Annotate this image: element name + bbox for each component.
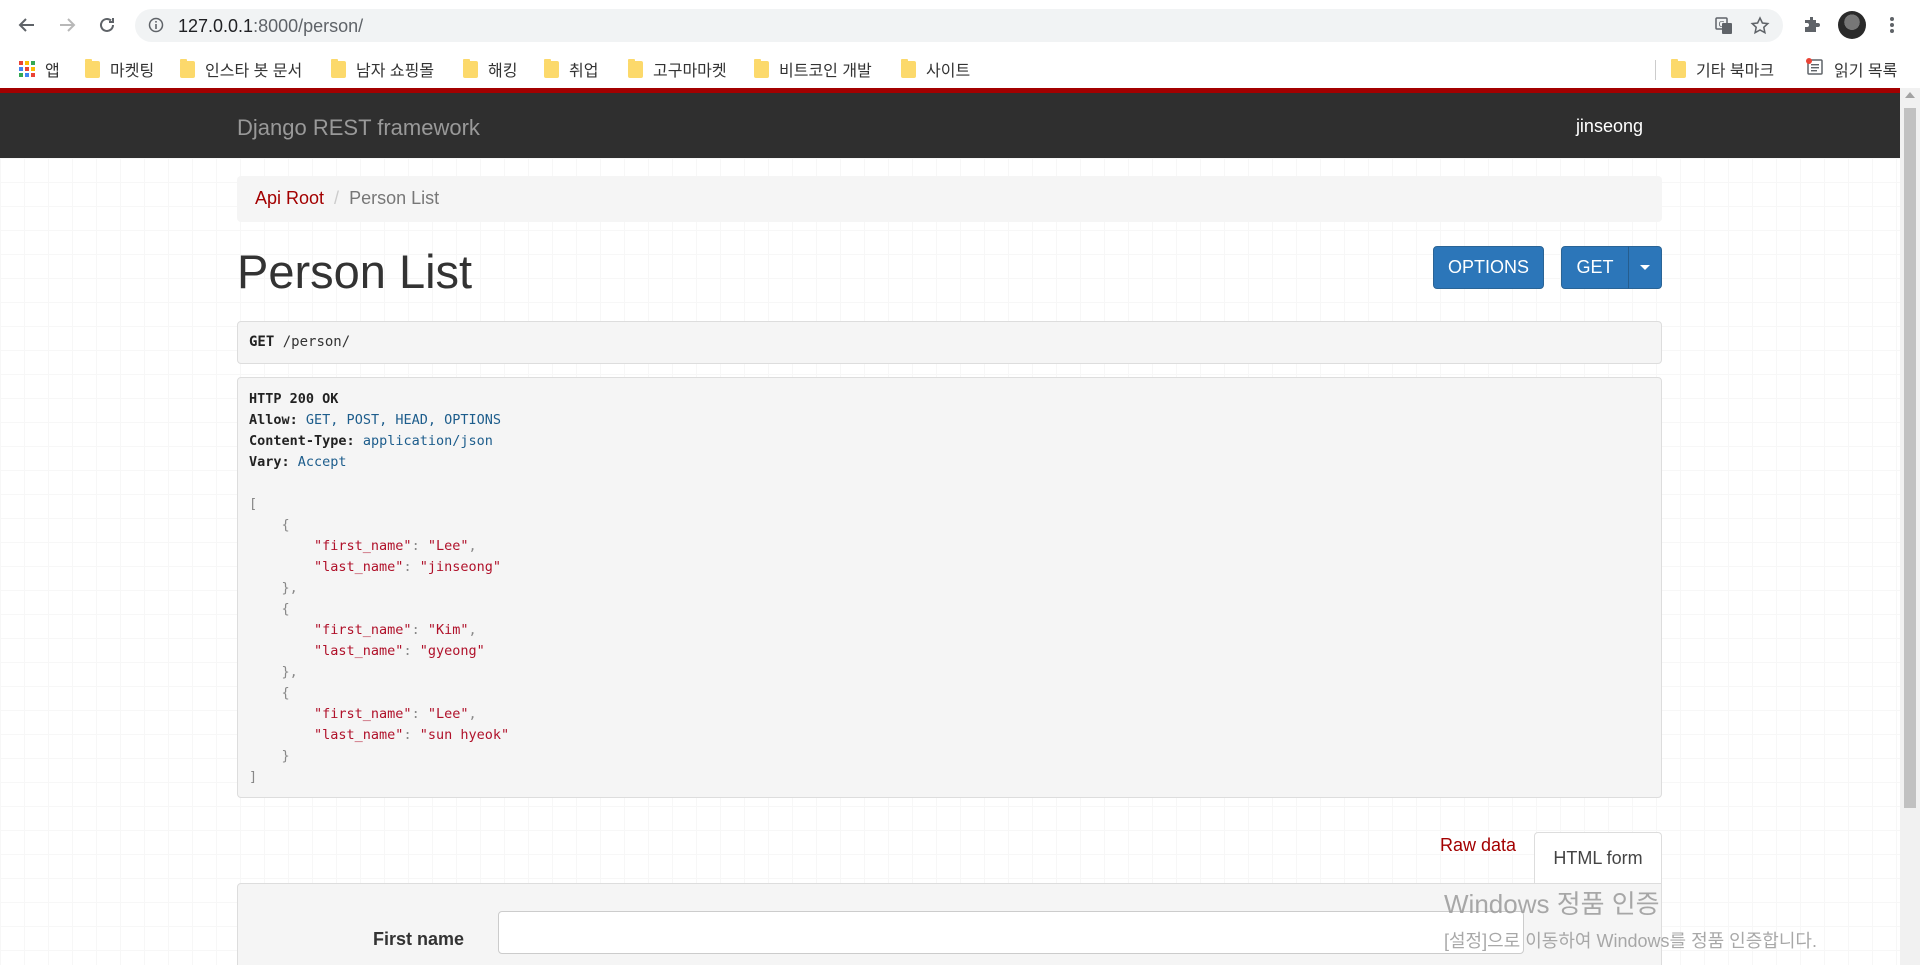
bookmark-folder[interactable]: 남자 쇼핑몰 xyxy=(331,55,434,83)
folder-icon xyxy=(1671,58,1686,78)
bookmark-label: 고구마마켓 xyxy=(653,63,727,80)
folder-icon xyxy=(754,58,769,78)
folder-icon xyxy=(544,58,559,78)
page-title: Person List xyxy=(237,245,473,298)
request-info: GET /person/ xyxy=(237,321,1662,364)
bookmark-reading-list[interactable]: 읽기 목록 xyxy=(1806,55,1897,83)
bookmark-divider xyxy=(1655,60,1656,80)
forward-icon[interactable] xyxy=(54,12,80,38)
navbar: Django REST framework jinseong xyxy=(0,93,1900,158)
json-first-name: "Lee" xyxy=(427,706,469,722)
url-path: :8000/person/ xyxy=(253,16,364,36)
breadcrumb-separator: / xyxy=(334,188,340,208)
breadcrumb-current: Person List xyxy=(349,188,440,208)
header-value: GET, POST, HEAD, OPTIONS xyxy=(305,412,501,428)
user-menu[interactable]: jinseong xyxy=(1576,116,1643,137)
response-info: HTTP 200 OK Allow: GET, POST, HEAD, OPTI… xyxy=(237,377,1662,798)
bookmark-folder[interactable]: 인스타 봇 문서 xyxy=(180,55,302,83)
folder-icon xyxy=(628,58,643,78)
bookmark-folder[interactable]: 사이트 xyxy=(901,55,970,83)
bookmark-label: 남자 쇼핑몰 xyxy=(356,63,435,80)
bookmark-label: 사이트 xyxy=(926,63,971,80)
json-first-name: "Lee" xyxy=(427,538,469,554)
json-first-name: "Kim" xyxy=(427,622,469,638)
response-status: HTTP 200 OK xyxy=(249,391,339,407)
bookmark-label: 해킹 xyxy=(488,63,518,80)
profile-avatar[interactable] xyxy=(1838,11,1866,39)
bookmark-folder[interactable]: 해킹 xyxy=(463,55,517,83)
json-last-name: "jinseong" xyxy=(419,559,502,575)
breadcrumb: Api Root / Person List xyxy=(237,176,1662,222)
get-format-dropdown[interactable] xyxy=(1628,246,1662,289)
post-form: First name xyxy=(237,883,1662,965)
header-value: application/json xyxy=(362,433,493,449)
url-host: 127.0.0.1 xyxy=(178,16,254,36)
request-path: /person/ xyxy=(282,334,351,350)
browser-toolbar: 127.0.0.1:8000/person/ G xyxy=(0,0,1920,50)
bookmark-label: 취업 xyxy=(569,63,599,80)
bookmarks-bar: 앱 마켓팅 인스타 봇 문서 남자 쇼핑몰 해킹 취업 고구마마켓 비트코인 개… xyxy=(0,50,1920,88)
folder-icon xyxy=(901,58,916,78)
menu-kebab-icon[interactable] xyxy=(1880,13,1904,37)
bookmark-folder[interactable]: 마켓팅 xyxy=(85,55,154,83)
tab-html-form[interactable]: HTML form xyxy=(1534,832,1662,884)
bookmark-label: 앱 xyxy=(45,63,60,80)
svg-text:G: G xyxy=(1719,20,1725,29)
scroll-thumb[interactable] xyxy=(1904,108,1916,808)
tab-raw-data[interactable]: Raw data xyxy=(1440,835,1516,856)
reload-icon[interactable] xyxy=(94,12,120,38)
extensions-icon[interactable] xyxy=(1800,13,1824,37)
header-name: Allow: xyxy=(249,412,298,428)
caret-down-icon xyxy=(1640,265,1650,270)
breadcrumb-api-root[interactable]: Api Root xyxy=(255,188,324,208)
bookmark-folder[interactable]: 비트코인 개발 xyxy=(754,55,872,83)
header-name: Content-Type: xyxy=(249,433,355,449)
json-last-name: "sun hyeok" xyxy=(419,727,510,743)
url-text[interactable]: 127.0.0.1:8000/person/ xyxy=(178,16,363,37)
json-last-name: "gyeong" xyxy=(419,643,485,659)
folder-icon xyxy=(331,58,346,78)
address-bar[interactable]: 127.0.0.1:8000/person/ G xyxy=(135,9,1783,42)
header-value: Accept xyxy=(297,454,347,470)
bookmark-apps[interactable]: 앱 xyxy=(19,55,60,83)
header-name: Vary: xyxy=(249,454,290,470)
get-button[interactable]: GET xyxy=(1561,246,1629,289)
scroll-up-icon[interactable] xyxy=(1905,92,1915,98)
bookmark-label: 마켓팅 xyxy=(110,63,155,80)
bookmark-folder[interactable]: 고구마마켓 xyxy=(628,55,727,83)
site-info-icon[interactable] xyxy=(148,17,164,38)
folder-icon xyxy=(180,58,195,78)
reading-list-icon xyxy=(1806,57,1824,81)
options-button[interactable]: OPTIONS xyxy=(1433,246,1544,289)
page-scrollbar[interactable] xyxy=(1900,88,1920,965)
bookmark-star-icon[interactable] xyxy=(1750,16,1770,36)
apps-icon xyxy=(19,61,35,77)
bookmark-other[interactable]: 기타 북마크 xyxy=(1671,55,1774,83)
translate-icon[interactable]: G xyxy=(1714,16,1734,36)
main-content: Api Root / Person List Person List OPTIONS… xyxy=(237,176,1662,965)
first-name-label: First name xyxy=(373,929,465,949)
bookmark-label: 읽기 목록 xyxy=(1834,63,1898,80)
request-method: GET xyxy=(249,334,275,350)
bookmark-label: 인스타 봇 문서 xyxy=(205,63,303,80)
folder-icon xyxy=(463,58,478,78)
first-name-input[interactable] xyxy=(498,911,1524,954)
brand-link[interactable]: Django REST framework xyxy=(237,115,480,141)
bookmark-folder[interactable]: 취업 xyxy=(544,55,598,83)
bookmark-label: 비트코인 개발 xyxy=(779,63,872,80)
bookmark-label: 기타 북마크 xyxy=(1696,63,1775,80)
folder-icon xyxy=(85,58,100,78)
back-icon[interactable] xyxy=(14,12,40,38)
